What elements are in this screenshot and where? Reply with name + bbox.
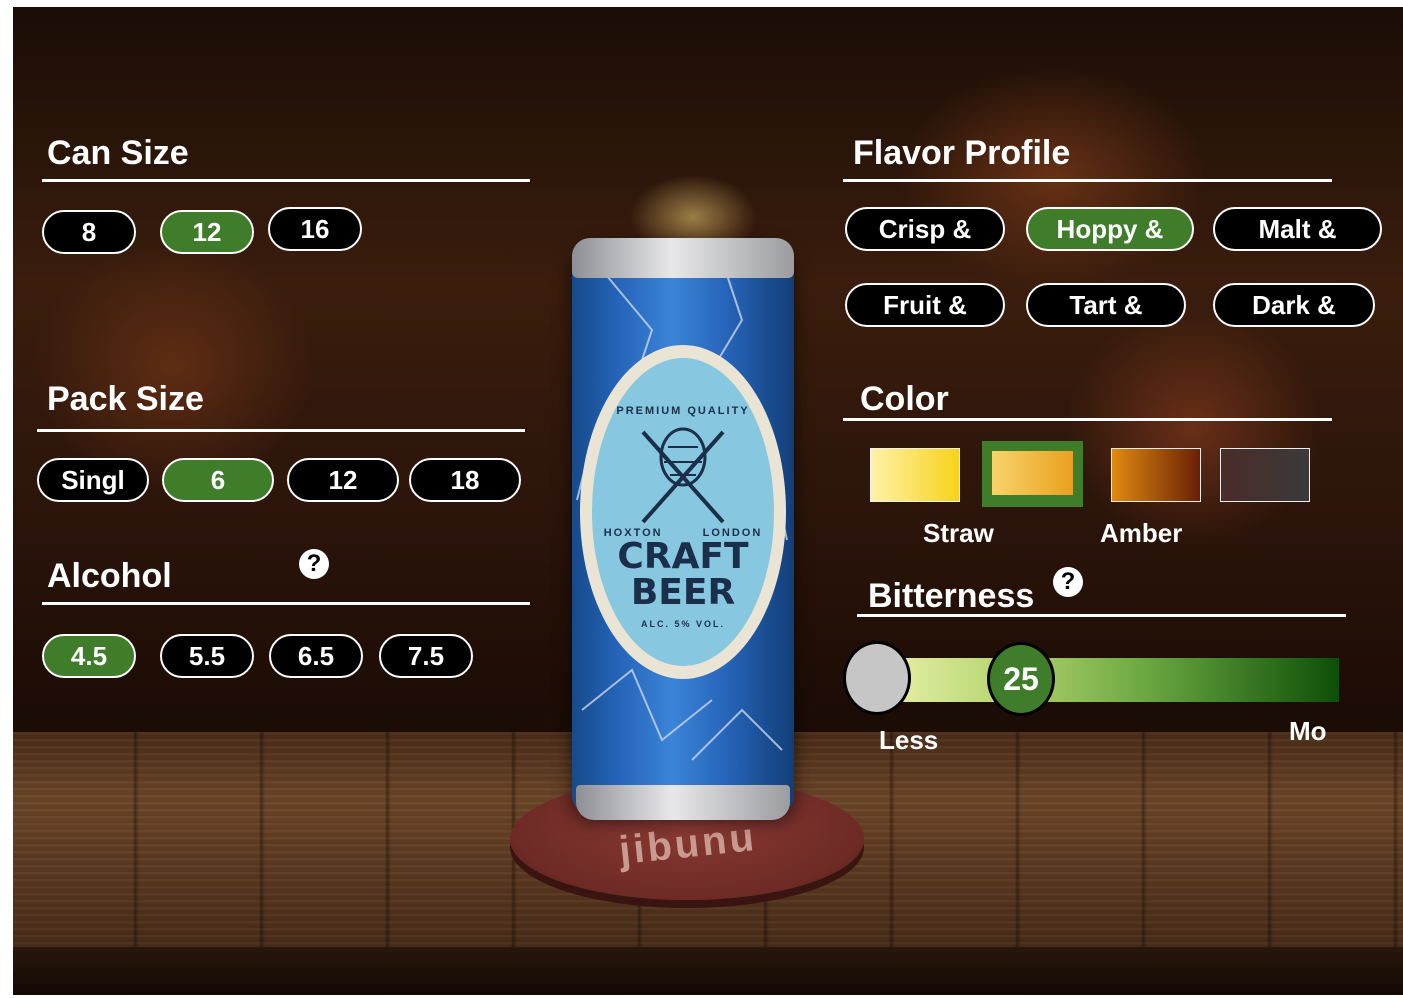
flavor-profile-title: Flavor Profile — [853, 134, 1071, 172]
can-lid — [572, 238, 794, 278]
alcohol-option-4-5[interactable]: 4.5 — [42, 634, 136, 678]
flavor-option-fruit[interactable]: Fruit & — [845, 283, 1005, 327]
flavor-profile-divider — [843, 179, 1332, 182]
color-label-amber: Amber — [1100, 518, 1183, 548]
pack-size-option-6[interactable]: 6 — [162, 458, 274, 502]
alcohol-title: Alcohol — [47, 557, 172, 595]
can-size-title: Can Size — [47, 134, 189, 172]
pack-size-divider — [37, 429, 525, 432]
can-brand-line1: CRAFT — [617, 536, 749, 577]
color-title: Color — [860, 380, 949, 418]
alcohol-option-5-5[interactable]: 5.5 — [160, 634, 254, 678]
can-size-option-8[interactable]: 8 — [42, 210, 136, 254]
flavor-option-crisp[interactable]: Crisp & — [845, 207, 1005, 251]
color-swatch-amber[interactable] — [1111, 448, 1201, 502]
bitterness-title: Bitterness — [868, 577, 1035, 615]
alcohol-help-icon[interactable]: ? — [299, 549, 329, 579]
alcohol-option-7-5[interactable]: 7.5 — [379, 634, 473, 678]
table-edge — [13, 947, 1403, 995]
flavor-option-malt[interactable]: Malt & — [1213, 207, 1382, 251]
pack-size-option-single[interactable]: Singl — [37, 458, 149, 502]
pack-size-title: Pack Size — [47, 380, 204, 418]
alcohol-option-6-5[interactable]: 6.5 — [269, 634, 363, 678]
can-abv: ALC. 5% VOL. — [640, 619, 725, 629]
pack-size-option-18[interactable]: 18 — [409, 458, 521, 502]
bitterness-divider — [857, 614, 1346, 617]
color-swatch-dark[interactable] — [1220, 448, 1310, 502]
can-size-option-16[interactable]: 16 — [268, 207, 362, 251]
color-swatch-gold[interactable] — [992, 451, 1073, 495]
bitterness-help-icon[interactable]: ? — [1053, 567, 1083, 597]
flavor-option-dark[interactable]: Dark & — [1213, 283, 1375, 327]
flavor-option-tart[interactable]: Tart & — [1026, 283, 1186, 327]
can-size-option-12[interactable]: 12 — [160, 210, 254, 254]
bitterness-slider-track[interactable] — [863, 658, 1339, 702]
color-swatch-straw[interactable] — [870, 448, 960, 502]
can-base — [576, 785, 790, 820]
can-brand-line2: BEER — [630, 572, 736, 613]
pack-size-option-12[interactable]: 12 — [287, 458, 399, 502]
color-divider — [843, 418, 1332, 421]
alcohol-divider — [42, 602, 530, 605]
can-size-divider — [42, 179, 530, 182]
flavor-option-hoppy[interactable]: Hoppy & — [1026, 207, 1194, 251]
bitterness-slider-thumb[interactable]: 25 — [987, 642, 1055, 716]
color-label-straw: Straw — [923, 518, 994, 548]
bitterness-slider-min-handle[interactable] — [843, 641, 911, 715]
bitterness-max-label: Mo — [1289, 716, 1327, 746]
can-tagline: PREMIUM QUALITY — [616, 405, 750, 417]
hop-wheat-icon — [641, 427, 725, 524]
bitterness-min-label: Less — [879, 725, 939, 755]
can-label: PREMIUM QUALITY HOXTON LONDON CRAFT BEER… — [592, 358, 774, 666]
